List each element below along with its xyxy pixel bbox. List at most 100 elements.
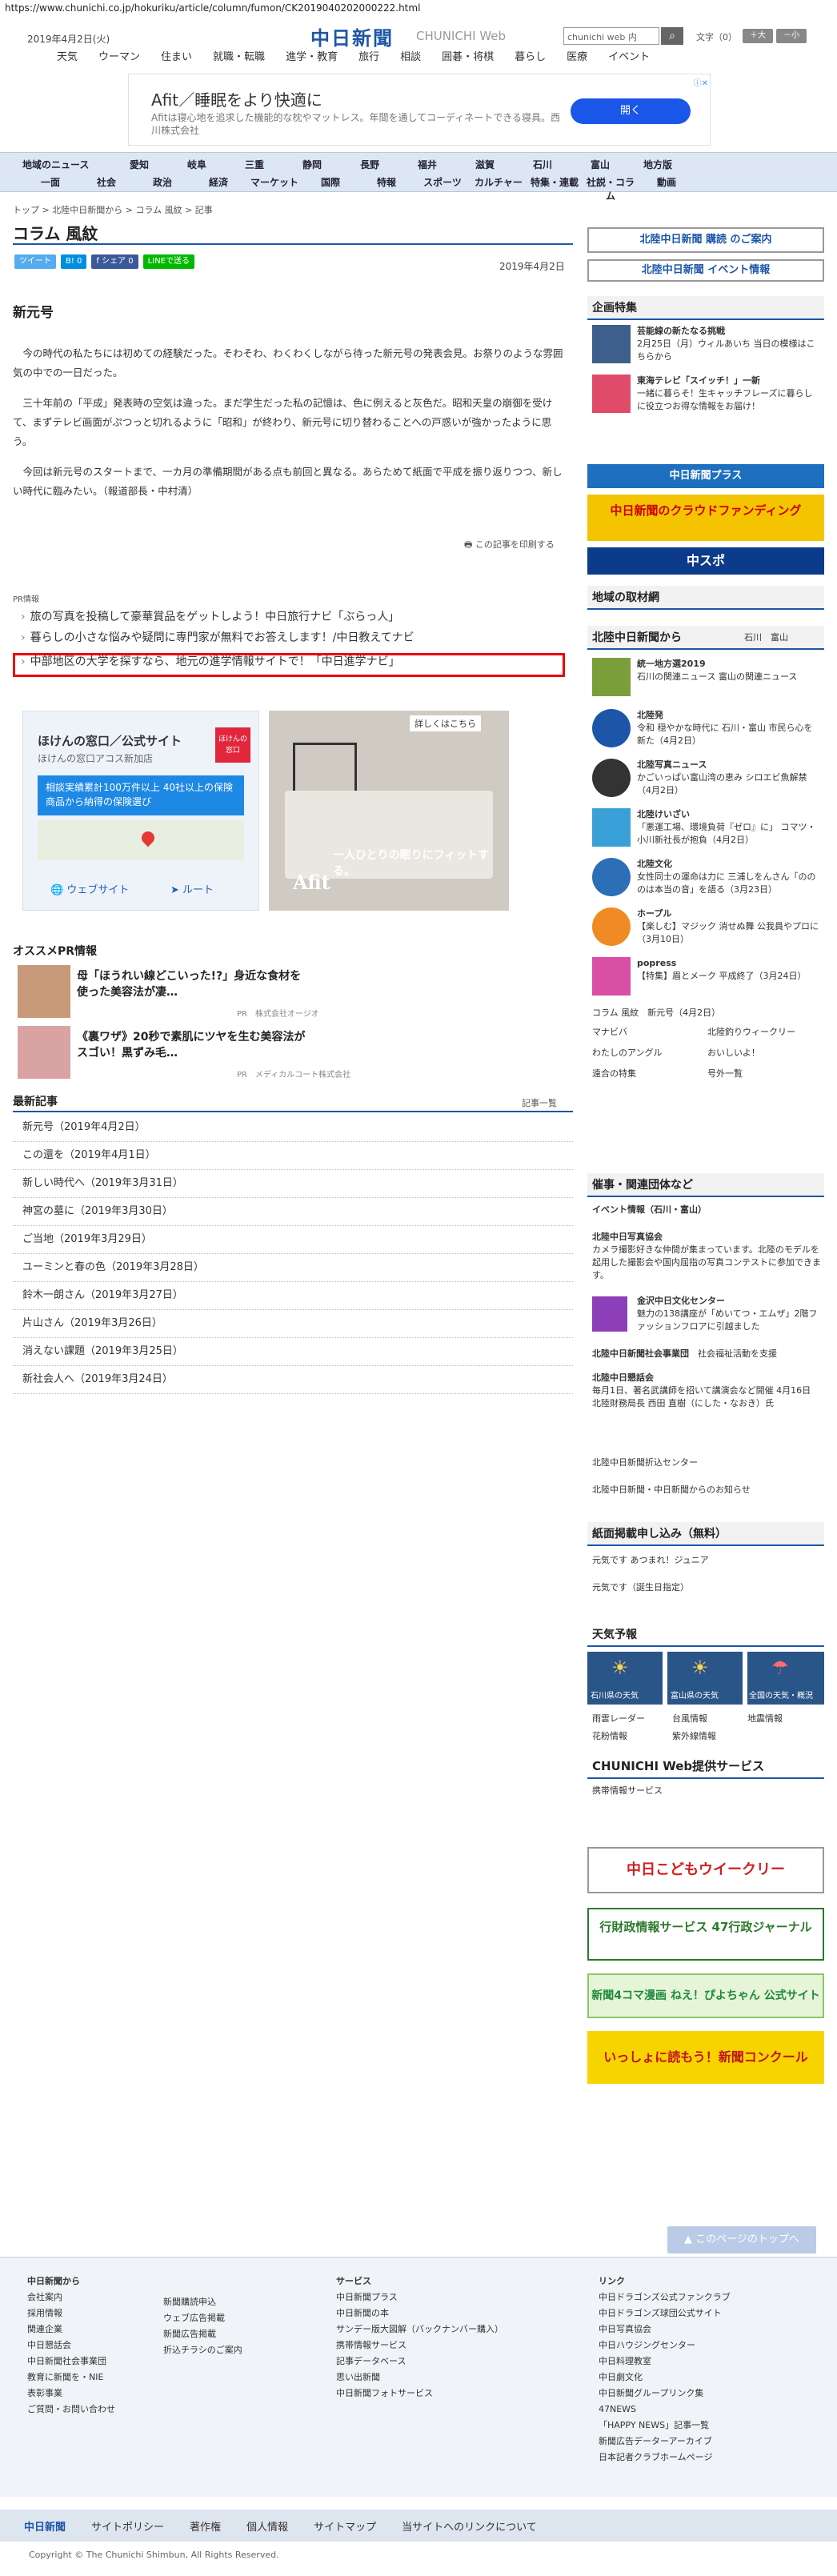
column-link[interactable]: コラム 風紋 新元号（4月2日） [592, 1007, 824, 1020]
crowdfunding-banner[interactable]: 中日新聞のクラウドファンディング [587, 495, 824, 541]
nav-region[interactable]: 福井 [398, 158, 456, 171]
nav-item[interactable]: 相談 [390, 50, 431, 66]
footer-link[interactable]: 中日ドラゴンズ球団公式サイト [599, 2306, 823, 2322]
org-link[interactable]: 北陸中日新聞・中日新聞からのお知らせ [592, 1484, 824, 1496]
nav-region[interactable]: 石川 [514, 158, 571, 171]
footer-link[interactable]: 中日料理教室 [599, 2354, 823, 2370]
footer-link[interactable]: ご質問・お問い合わせ [27, 2402, 163, 2418]
nav-item[interactable]: 就職・転職 [202, 50, 275, 66]
nav-item[interactable]: 住まい [150, 50, 202, 66]
nav-section[interactable]: 社会 [78, 175, 134, 202]
nav-section[interactable]: カルチャー [471, 175, 527, 202]
weather-toyama-button[interactable]: ☀ 富山県の天気 [667, 1652, 743, 1705]
org-item[interactable]: 金沢中日文化センター 魅力の138講座が「めいてつ・エムザ」2階ファッションフロア… [637, 1295, 821, 1333]
page-top-button[interactable]: ▲ このページのトップへ [667, 2226, 816, 2253]
hokuriku-item[interactable]: popress 【特集】眉とメーク 平成終了（3月24日） [637, 957, 821, 983]
footer-link[interactable]: 中日劇文化 [599, 2370, 823, 2386]
column-link[interactable]: おいしいよ！ [707, 1047, 819, 1060]
list-item[interactable]: 神宮の墓に（2019年3月30日） [13, 1198, 573, 1226]
nav-section[interactable]: マーケット [246, 175, 302, 202]
footer-link[interactable]: 教育に新聞を・NIE [27, 2370, 163, 2386]
footer-link[interactable]: 思い出新聞 [336, 2370, 576, 2386]
tweet-button[interactable]: ツイート [14, 254, 56, 269]
footer-link[interactable]: 中日新聞プラス [336, 2290, 576, 2306]
hokuriku-item[interactable]: 北陸写真ニュース かごいっぱい富山湾の恵み シロエビ魚解禁（4月2日） [637, 759, 821, 797]
footer-nav-link[interactable]: 当サイトへのリンクについて [402, 2518, 537, 2534]
nav-section[interactable]: 国際 [302, 175, 358, 202]
recommended-title[interactable]: 《裏ワザ》20秒で素肌にツヤを生む美容法がスゴい！黒ずみ毛… [77, 1029, 309, 1061]
nav-region[interactable]: 三重 [226, 158, 283, 171]
submission-link[interactable]: 元気です（誕生日指定） [592, 1581, 824, 1594]
footer-nav-link[interactable]: 個人情報 [246, 2518, 288, 2534]
footer-link[interactable]: 携帯情報サービス [336, 2338, 576, 2354]
nav-region[interactable]: 富山 [571, 158, 629, 171]
recommended-item[interactable]: 母「ほうれい線どこいった!?」身近な食材を使った美容法が凄… PR 株式会社オー… [13, 965, 365, 1024]
site-logo[interactable]: 中日新聞 [310, 22, 394, 50]
nav-item[interactable]: 進学・教育 [275, 50, 348, 66]
ad-close-icon[interactable]: ⓘ✕ [694, 76, 708, 88]
recommended-title[interactable]: 母「ほうれい線どこいった!?」身近な食材を使った美容法が凄… [77, 968, 309, 1000]
footer-link[interactable]: 中日新聞の本 [336, 2306, 576, 2322]
font-size-up-button[interactable]: ＋大 [743, 29, 773, 43]
footer-link[interactable]: 折込チラシのご案内 [163, 2342, 323, 2358]
hokuriku-item[interactable]: 統一地方選2019 石川の関連ニュース 富山の関連ニュース [637, 658, 821, 683]
feature-item[interactable]: 芸能線の新たなる挑戦 2月25日（月）ウィルあいち 当日の模様はこちらから [637, 325, 821, 363]
nav-item[interactable]: 天気 [46, 50, 88, 66]
footer-logo[interactable]: 中日新聞 [24, 2518, 66, 2534]
list-item[interactable]: ご当地（2019年3月29日） [13, 1226, 573, 1254]
nav-item[interactable]: 暮らし [504, 50, 556, 66]
ad-website-button[interactable]: 🌐 ウェブサイト [50, 881, 129, 896]
nav-item[interactable]: ウーマン [88, 50, 150, 66]
print-link[interactable]: 🖶 この記事を印刷する [464, 538, 555, 553]
column-link[interactable]: わたしのアングル [592, 1047, 704, 1060]
nav-section[interactable]: 特報 [358, 175, 414, 202]
footer-link[interactable]: サンデー版大図解（バックナンバー購入） [336, 2322, 576, 2338]
nav-section[interactable]: 社説・コラム [583, 175, 639, 202]
weather-link[interactable]: 花粉情報 [592, 1730, 664, 1743]
footer-link[interactable]: 新聞購読申込 [163, 2294, 323, 2310]
footer-link[interactable]: 47NEWS [599, 2402, 823, 2418]
column-link[interactable]: マナビバ [592, 1026, 704, 1039]
subscribe-banner[interactable]: 北陸中日新聞 購読 のご案内 [587, 227, 824, 253]
nav-item[interactable]: イベント [598, 50, 660, 66]
footer-link[interactable]: 中日写真協会 [599, 2322, 823, 2338]
facebook-share-button[interactable]: f シェア 0 [91, 254, 138, 269]
list-item[interactable]: 新元号（2019年4月2日） [13, 1114, 573, 1142]
nav-section[interactable]: 一面 [22, 175, 78, 202]
list-item[interactable]: 新社会人へ（2019年3月24日） [13, 1366, 573, 1394]
footer-nav-link[interactable]: サイトポリシー [91, 2518, 164, 2534]
breadcrumb[interactable]: トップ > 北陸中日新聞から > コラム 風紋 > 記事 [13, 203, 213, 216]
footer-link[interactable]: 記事データベース [336, 2354, 576, 2370]
ad-open-button[interactable]: 開く [571, 98, 691, 124]
hokuriku-item[interactable]: 北陸けいざい 「悪運工場、環境負荷『ゼロ』に」 コマツ・小川新社長が抱負（4月2日… [637, 808, 821, 847]
kodomo-weekly-banner[interactable]: 中日こどもウイークリー [587, 1847, 824, 1893]
nav-section[interactable]: 動画 [639, 175, 695, 202]
footer-link[interactable]: 会社案内 [27, 2290, 163, 2306]
afit-ad[interactable]: 詳しくはこちら 一人ひとりの眠りにフィットする。 Afit [269, 711, 509, 911]
column-link[interactable]: 遠合の特集 [592, 1068, 704, 1080]
nav-region[interactable]: 長野 [341, 158, 398, 171]
submission-link[interactable]: 元気です あつまれ！ジュニア [592, 1554, 824, 1567]
event-info-link[interactable]: イベント情報（石川・富山） [592, 1204, 824, 1216]
footer-link[interactable]: 採用情報 [27, 2306, 163, 2322]
list-item[interactable]: ユーミンと春の色（2019年3月28日） [13, 1254, 573, 1282]
top-ad-banner[interactable]: Afit／睡眠をより快適に Afitは寝心地を追求した機能的な枕やマットレス。年… [128, 74, 711, 146]
footer-link[interactable]: 中日新聞社会事業団 [27, 2354, 163, 2370]
weather-link[interactable]: 台風情報 [672, 1713, 744, 1725]
newspaper-contest-banner[interactable]: いっしょに読もう！新聞コンクール [587, 2031, 824, 2084]
footer-link[interactable]: 新聞広告掲載 [163, 2326, 323, 2342]
footer-link[interactable]: 「HAPPY NEWS」記事一覧 [599, 2418, 823, 2434]
footer-nav-link[interactable]: 著作権 [190, 2518, 221, 2534]
gyosei-banner[interactable]: 行財政情報サービス 47行政ジャーナル [587, 1908, 824, 1961]
nav-region[interactable]: 岐阜 [168, 158, 226, 171]
hatena-button[interactable]: B! 0 [61, 254, 87, 269]
ad-more-tag[interactable]: 詳しくはこちら [410, 715, 481, 731]
footer-nav-link[interactable]: サイトマップ [314, 2518, 376, 2534]
org-link[interactable]: 北陸中日新聞折込センター [592, 1456, 824, 1469]
footer-link[interactable]: 新聞広告データーアーカイブ [599, 2434, 823, 2450]
hokuriku-item[interactable]: ホープル 【楽しむ】マジック 消せぬ舞 公我員やプロに（3月10日） [637, 907, 821, 946]
pr-link[interactable]: 暮らしの小さな悩みや疑問に専門家が無料でお答えします！/中日教えてナビ [13, 627, 573, 648]
list-item[interactable]: 新しい時代へ（2019年3月31日） [13, 1170, 573, 1198]
tab-ishikawa[interactable]: 石川 [744, 632, 762, 643]
weather-ishikawa-button[interactable]: ☀ 石川県の天気 [587, 1652, 663, 1705]
